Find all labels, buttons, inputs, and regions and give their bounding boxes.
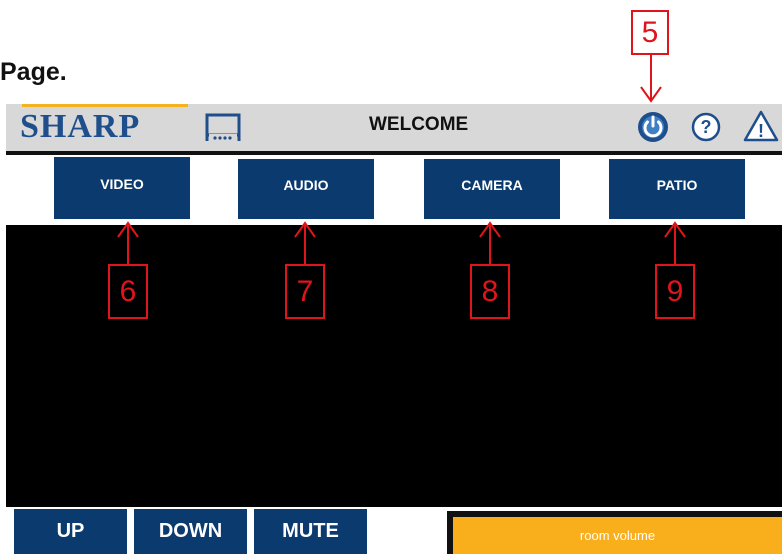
help-glyph: ?	[701, 117, 712, 137]
room-volume-frame: room volume	[447, 511, 782, 554]
callout-number: 6	[119, 274, 137, 308]
brand-underline	[22, 104, 188, 107]
help-icon[interactable]: ?	[690, 111, 722, 143]
callout-number: 7	[296, 274, 314, 308]
room-volume-bar[interactable]: room volume	[453, 517, 782, 554]
power-icon[interactable]	[637, 111, 669, 143]
callout-8: 8	[470, 264, 510, 319]
callout-6: 6	[108, 264, 148, 319]
callout-8-arrow	[479, 221, 501, 264]
sharp-logo: SHARP	[20, 108, 141, 145]
volume-up-button[interactable]: UP	[14, 509, 127, 554]
mute-button[interactable]: MUTE	[254, 509, 367, 554]
callout-number: 8	[481, 274, 499, 308]
warning-glyph: !	[758, 121, 764, 141]
display-icon[interactable]	[205, 113, 241, 143]
callout-5: 5	[631, 10, 669, 55]
camera-button[interactable]: CAMERA	[424, 159, 560, 219]
callout-7-arrow	[294, 221, 316, 264]
audio-button[interactable]: AUDIO	[238, 159, 374, 219]
volume-down-button[interactable]: DOWN	[134, 509, 247, 554]
warning-icon[interactable]: !	[743, 109, 779, 143]
callout-number: 5	[641, 15, 659, 49]
header-bar: SHARP WELCOME ? !	[6, 104, 782, 155]
callout-number: 9	[666, 274, 684, 308]
callout-9: 9	[655, 264, 695, 319]
patio-button[interactable]: PATIO	[609, 159, 745, 219]
callout-7: 7	[285, 264, 325, 319]
video-button[interactable]: VIDEO	[54, 157, 190, 219]
manual-page: Page. 5 SHARP WELCOME ? ! VIDEO AUDIO CA…	[0, 0, 782, 554]
page-heading: Page.	[0, 58, 67, 86]
callout-5-arrow	[640, 55, 662, 103]
callout-6-arrow	[117, 221, 139, 264]
header-title: WELCOME	[369, 114, 469, 135]
callout-9-arrow	[664, 221, 686, 264]
